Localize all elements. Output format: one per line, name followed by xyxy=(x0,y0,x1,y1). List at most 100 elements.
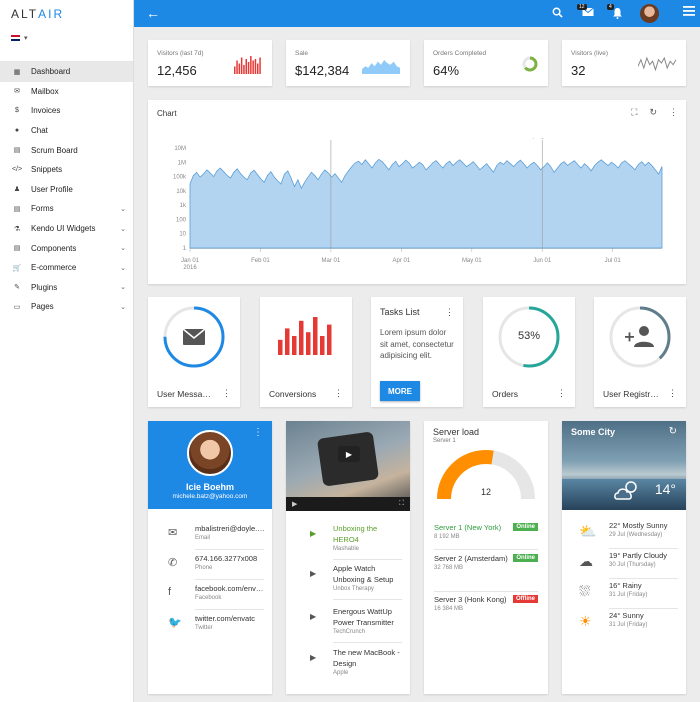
sidebar-item-snippets[interactable]: </> Snippets xyxy=(0,160,133,180)
fullscreen-icon[interactable]: ⛶ xyxy=(631,107,637,118)
contact-row-facebook[interactable]: f facebook.com/env… Facebook xyxy=(148,580,272,610)
phone-icon: ✆ xyxy=(168,557,178,569)
logo-text: ALT xyxy=(11,7,39,21)
refresh-icon[interactable]: ↻ xyxy=(649,107,657,118)
play-icon[interactable]: ▶ xyxy=(292,500,297,508)
sidebar-item-user-profile[interactable]: ♟ User Profile xyxy=(0,180,133,200)
user-avatar[interactable] xyxy=(640,4,659,23)
more-vert-icon[interactable]: ⋮ xyxy=(334,388,343,399)
video-list-item[interactable]: ▶ Energous WattUp Power Transmitter TechCr… xyxy=(286,603,410,643)
sidebar-item-label: Scrum Board xyxy=(31,145,78,155)
contact-row-email[interactable]: ✉ mbalistreri@doyle.… Email xyxy=(148,520,272,550)
e-commerce-icon: 🛒 xyxy=(12,264,22,272)
sidebar-item-components[interactable]: ▤ Components ⌄ xyxy=(0,238,133,258)
play-icon[interactable]: ▶ xyxy=(310,569,316,578)
video-player[interactable]: ▶ ▶ ⛶ xyxy=(286,421,410,511)
y-tick-label: 10k xyxy=(176,189,187,195)
sidebar-item-pages[interactable]: ▭ Pages ⌄ xyxy=(0,297,133,317)
more-vert-icon[interactable]: ⋮ xyxy=(253,427,263,438)
x-tick-label: May 01 xyxy=(462,258,482,264)
mail-icon[interactable]: 12 xyxy=(577,4,594,20)
contact-label: Phone xyxy=(195,565,213,571)
video-list-item[interactable]: ▶ Apple Watch Unboxing & Setup Unbox Thera… xyxy=(286,560,410,600)
spark-bar xyxy=(245,59,247,74)
video-list-item[interactable]: ▶ Unboxing the HERO4 Mashable xyxy=(286,520,410,560)
video-list-item[interactable]: ▶ The new MacBook - Design Apple xyxy=(286,644,410,684)
server-memory: 16 384 MB xyxy=(434,606,464,612)
sidebar-item-plugins[interactable]: ✎ Plugins ⌄ xyxy=(0,278,133,298)
top-header: ← 12 4 xyxy=(134,0,700,27)
forecast-date: 30 Jul (Thursday) xyxy=(609,562,656,568)
more-vert-icon[interactable]: ⋮ xyxy=(669,107,678,118)
more-vert-icon[interactable]: ⋮ xyxy=(668,388,677,399)
search-icon[interactable] xyxy=(552,7,563,21)
more-vert-icon[interactable]: ⋮ xyxy=(222,388,231,399)
partly-cloudy-icon xyxy=(614,481,637,500)
x-tick-label: 2016 xyxy=(183,265,197,271)
spark-bar xyxy=(250,56,252,74)
sidebar-item-label: E-commerce xyxy=(31,263,77,273)
play-icon[interactable]: ▶ xyxy=(310,612,316,621)
server-row[interactable]: Server 2 (Amsterdam) 32 768 MB Online xyxy=(434,554,538,592)
mail-badge: 12 xyxy=(577,4,587,10)
sidebar-item-label: Chat xyxy=(31,126,48,136)
invoices-icon: $ xyxy=(15,107,19,115)
sidebar: ALT AIR ▾ ▦ Dashboard ✉ Mailbox $ Invoices ● Cha… xyxy=(0,0,134,702)
sidebar-item-invoices[interactable]: $ Invoices xyxy=(0,101,133,121)
orders-percent: 53% xyxy=(517,330,541,342)
sidebar-item-dashboard[interactable]: ▦ Dashboard xyxy=(0,62,133,82)
annotation-label: Winter Sale xyxy=(318,138,344,140)
area-chart[interactable]: 1 10 100 1k 10k 100k 1M 10M Jan 012016 Feb 01 Mar … xyxy=(148,138,686,278)
video-play-icon[interactable]: ▶ xyxy=(338,446,360,462)
video-controls[interactable]: ▶ ⛶ xyxy=(286,497,410,511)
contact-row-twitter[interactable]: 🐦 twitter.com/envatc Twitter xyxy=(148,610,272,640)
conversion-bar-chart xyxy=(278,317,332,355)
mailbox-icon: ✉ xyxy=(14,88,20,96)
spark-bar xyxy=(243,65,245,74)
widget-label: User Messa… xyxy=(157,389,211,399)
chevron-down-icon: ⌄ xyxy=(120,303,126,311)
stat-label: Visitors (last 7d) xyxy=(157,50,204,57)
x-tick-label: Jan 01 xyxy=(181,258,200,264)
sidebar-item-e-commerce[interactable]: 🛒 E-commerce ⌄ xyxy=(0,258,133,278)
stat-card-orders-completed: Orders Completed 64% xyxy=(424,40,548,86)
sidebar-item-mailbox[interactable]: ✉ Mailbox xyxy=(0,82,133,102)
contact-value: 674.166.3277x008 xyxy=(195,554,258,563)
widget-label: Orders xyxy=(492,389,518,399)
hamburger-menu-icon[interactable] xyxy=(683,6,695,19)
more-button[interactable]: MORE xyxy=(380,381,420,401)
spark-line xyxy=(638,56,676,72)
notification-bell-icon[interactable]: 4 xyxy=(607,4,623,22)
play-icon[interactable]: ▶ xyxy=(310,529,316,538)
weather-city: Some City xyxy=(571,427,616,437)
server-name: Server 3 (Honk Kong) xyxy=(434,595,507,604)
plugins-icon: ✎ xyxy=(14,284,20,292)
more-vert-icon[interactable]: ⋮ xyxy=(445,307,454,318)
more-vert-icon[interactable]: ⋮ xyxy=(557,388,566,399)
conversion-bar xyxy=(278,339,283,355)
user-photo xyxy=(187,430,233,476)
contact-row-phone[interactable]: ✆ 674.166.3277x008 Phone xyxy=(148,550,272,580)
app-logo[interactable]: ALT AIR xyxy=(0,0,133,28)
server-row[interactable]: Server 3 (Honk Kong) 16 384 MB Offline xyxy=(434,595,538,612)
fullscreen-icon[interactable]: ⛶ xyxy=(399,500,404,508)
sidebar-item-scrum-board[interactable]: ▤ Scrum Board xyxy=(0,140,133,160)
sidebar-item-forms[interactable]: ▤ Forms ⌄ xyxy=(0,199,133,219)
partly-sunny-icon: ⛅ xyxy=(579,523,597,539)
sidebar-item-kendo-ui-widgets[interactable]: ⚗ Kendo UI Widgets ⌄ xyxy=(0,219,133,239)
current-temperature: 14° xyxy=(654,481,676,497)
annotation-label: Spring Sale xyxy=(529,138,555,140)
refresh-icon[interactable]: ↻ xyxy=(669,426,677,437)
sidebar-item-chat[interactable]: ● Chat xyxy=(0,121,133,141)
divider xyxy=(434,591,538,592)
server-subtitle: Server 1 xyxy=(433,438,456,444)
video-source: Apple xyxy=(333,670,349,676)
forecast-desc: 22° Mostly Sunny xyxy=(609,521,668,530)
cloud-icon: ☁ xyxy=(579,553,593,569)
server-row[interactable]: Server 1 (New York) 8 192 MB Online xyxy=(434,523,538,550)
spark-bar xyxy=(238,63,241,74)
back-arrow-icon[interactable]: ← xyxy=(146,5,160,21)
play-icon[interactable]: ▶ xyxy=(310,653,316,662)
video-source: Unbox Therapy xyxy=(333,586,374,592)
language-selector[interactable]: ▾ xyxy=(0,28,133,48)
